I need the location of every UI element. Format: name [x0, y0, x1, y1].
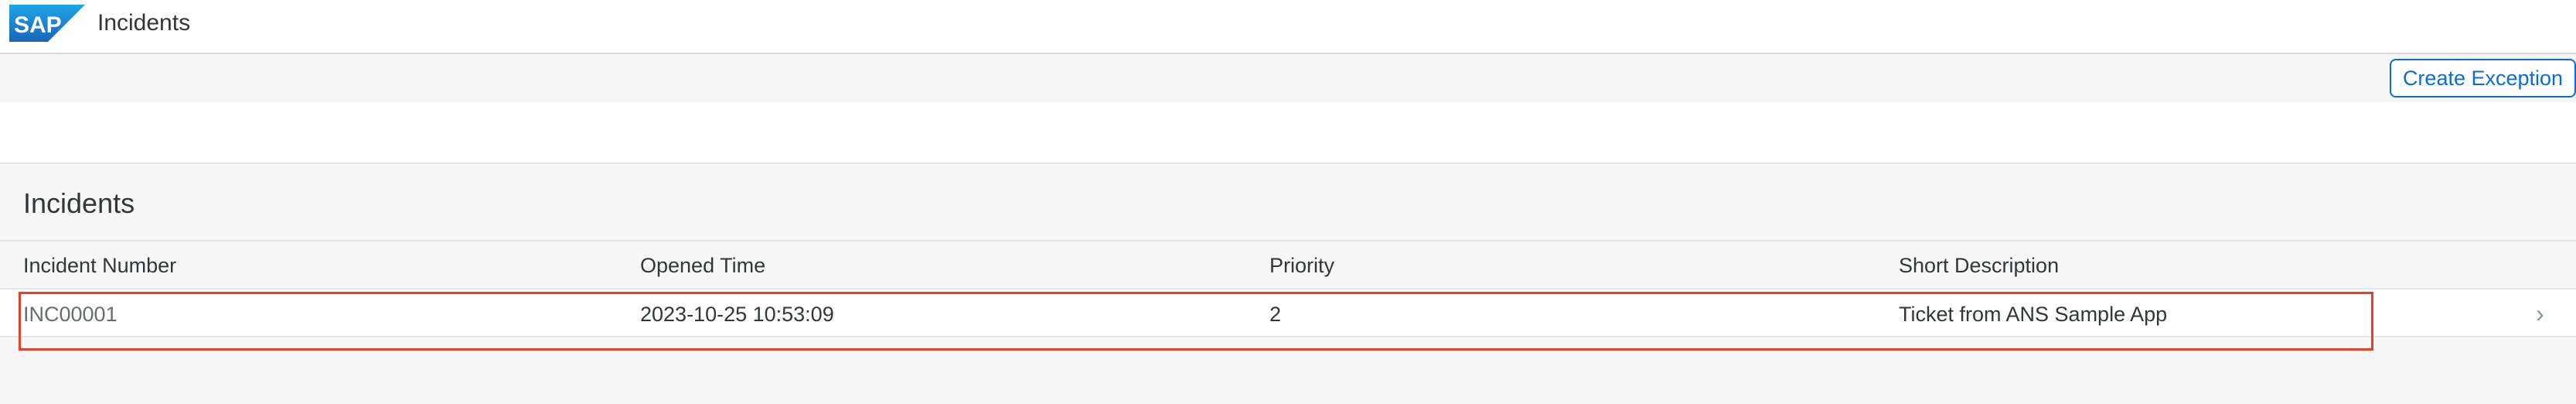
table-header: Incident Number Opened Time Priority Sho…	[0, 240, 2576, 286]
content-spacer	[0, 102, 2576, 164]
opened-time-cell: 2023-10-25 10:53:09	[640, 303, 834, 326]
column-header-incident-number[interactable]: Incident Number	[23, 252, 176, 279]
chevron-right-icon[interactable]: ›	[2536, 300, 2544, 327]
column-header-priority[interactable]: Priority	[1269, 252, 1334, 279]
app-title: Incidents	[97, 10, 191, 36]
priority-cell: 2	[1269, 303, 1282, 326]
create-exception-button[interactable]: Create Exception	[2390, 59, 2576, 98]
column-header-short-description[interactable]: Short Description	[1899, 252, 2059, 279]
sap-logo[interactable]: SAP	[9, 5, 85, 42]
short-description-cell: Ticket from ANS Sample App	[1899, 303, 2168, 326]
sap-logo-text: SAP	[14, 12, 62, 38]
incident-number-cell: INC00001	[23, 303, 118, 326]
table-title: Incidents	[23, 187, 135, 219]
column-header-opened-time[interactable]: Opened Time	[640, 252, 765, 279]
shell-header: SAP Incidents	[0, 0, 2576, 54]
table-row[interactable]: INC00001 2023-10-25 10:53:09 2 Ticket fr…	[0, 288, 2576, 337]
toolbar: Create Exception	[0, 54, 2576, 102]
incidents-panel: Incidents Incident Number Opened Time Pr…	[0, 164, 2576, 404]
